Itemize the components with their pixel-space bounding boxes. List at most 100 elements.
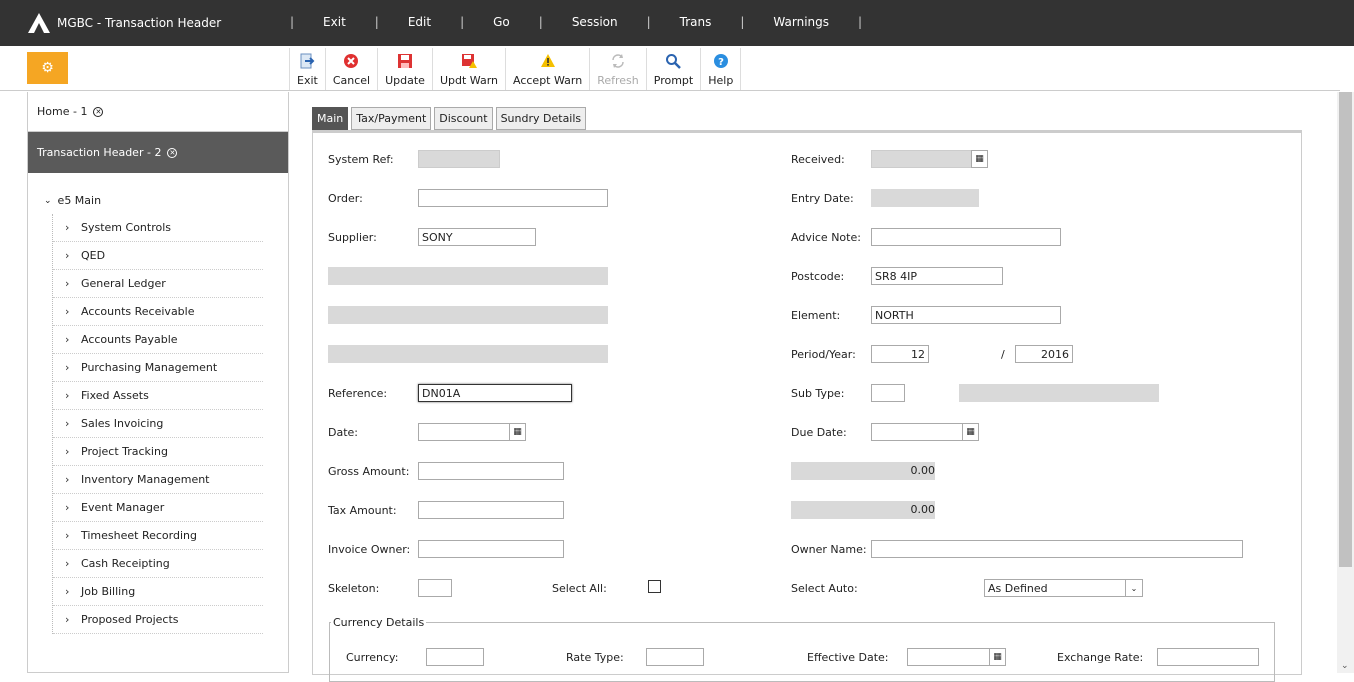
element-field[interactable]: NORTH bbox=[871, 306, 1061, 324]
due-date-field[interactable] bbox=[871, 423, 963, 441]
supplier-label: Supplier: bbox=[328, 231, 377, 244]
help-icon: ? bbox=[713, 51, 729, 71]
help-label: Help bbox=[708, 74, 734, 87]
due-date-calendar-button[interactable]: ▦ bbox=[962, 423, 979, 441]
sidebar-item[interactable]: › System Controls bbox=[53, 214, 263, 242]
sidebar-item-label: Cash Receipting bbox=[81, 557, 170, 570]
sidebar-item[interactable]: › General Ledger bbox=[53, 270, 263, 298]
rate-type-field[interactable] bbox=[646, 648, 704, 666]
currency-field[interactable] bbox=[426, 648, 484, 666]
sidebar-item[interactable]: › Accounts Receivable bbox=[53, 298, 263, 326]
close-icon[interactable]: ✕ bbox=[93, 106, 104, 117]
sidebar-item[interactable]: › Inventory Management bbox=[53, 466, 263, 494]
session-tab-transaction-header[interactable]: Transaction Header - 2 ✕ bbox=[28, 132, 288, 173]
sidebar-item[interactable]: › Event Manager bbox=[53, 494, 263, 522]
rate-type-label: Rate Type: bbox=[566, 651, 624, 664]
chevron-right-icon: › bbox=[65, 613, 70, 626]
settings-button[interactable]: ⚙ bbox=[27, 52, 68, 84]
year-field[interactable]: 2016 bbox=[1015, 345, 1073, 363]
invoice-owner-field[interactable] bbox=[418, 540, 564, 558]
help-button[interactable]: ? Help bbox=[701, 48, 742, 90]
select-auto-dropdown[interactable]: As Defined ⌄ bbox=[984, 579, 1143, 597]
supplier-field[interactable]: SONY bbox=[418, 228, 536, 246]
reference-field[interactable]: DN01A bbox=[418, 384, 572, 402]
sidebar-item[interactable]: › QED bbox=[53, 242, 263, 270]
vertical-scrollbar[interactable]: ⌄ bbox=[1337, 92, 1354, 673]
chevron-right-icon: › bbox=[65, 557, 70, 570]
prompt-button[interactable]: Prompt bbox=[647, 48, 702, 90]
cancel-icon bbox=[343, 51, 359, 71]
postcode-field[interactable]: SR8 4IP bbox=[871, 267, 1003, 285]
received-field bbox=[871, 150, 973, 168]
session-tab-home[interactable]: Home - 1 ✕ bbox=[28, 92, 288, 132]
sidebar-item-label: System Controls bbox=[81, 221, 172, 234]
sidebar-item[interactable]: › Timesheet Recording bbox=[53, 522, 263, 550]
sidebar-item[interactable]: › Project Tracking bbox=[53, 438, 263, 466]
effective-date-calendar-button[interactable]: ▦ bbox=[989, 648, 1006, 666]
gross-total-display: 0.00 bbox=[791, 462, 935, 480]
tab-tax-payment[interactable]: Tax/Payment bbox=[351, 107, 432, 130]
chevron-right-icon: › bbox=[65, 277, 70, 290]
effective-date-field[interactable] bbox=[907, 648, 991, 666]
chevron-right-icon: › bbox=[65, 221, 70, 234]
date-calendar-button[interactable]: ▦ bbox=[509, 423, 526, 441]
sidebar-item[interactable]: › Job Billing bbox=[53, 578, 263, 606]
sidebar-item[interactable]: › Fixed Assets bbox=[53, 382, 263, 410]
exchange-rate-field[interactable] bbox=[1157, 648, 1259, 666]
chevron-right-icon: › bbox=[65, 333, 70, 346]
select-auto-value: As Defined bbox=[988, 582, 1048, 595]
chevron-right-icon: › bbox=[65, 445, 70, 458]
date-field[interactable] bbox=[418, 423, 510, 441]
close-icon[interactable]: ✕ bbox=[167, 147, 178, 158]
advice-note-field[interactable] bbox=[871, 228, 1061, 246]
owner-name-field[interactable] bbox=[871, 540, 1243, 558]
menu-warnings[interactable]: Warnings bbox=[747, 15, 855, 29]
sidebar-item-label: Job Billing bbox=[81, 585, 136, 598]
tree-list: › System Controls › QED › General Ledger › Acco… bbox=[52, 214, 263, 634]
tax-amount-label: Tax Amount: bbox=[328, 504, 397, 517]
sidebar-item-label: Accounts Receivable bbox=[81, 305, 195, 318]
sidebar-item-label: Inventory Management bbox=[81, 473, 210, 486]
menu-session[interactable]: Session bbox=[546, 15, 644, 29]
entry-date-display bbox=[871, 189, 979, 207]
tax-amount-field[interactable] bbox=[418, 501, 564, 519]
tab-discount[interactable]: Discount bbox=[434, 107, 493, 130]
cancel-label: Cancel bbox=[332, 74, 371, 87]
update-button[interactable]: Update bbox=[378, 48, 433, 90]
menu-exit[interactable]: Exit bbox=[297, 15, 372, 29]
gross-amount-field[interactable] bbox=[418, 462, 564, 480]
sidebar-item[interactable]: › Proposed Projects bbox=[53, 606, 263, 634]
save-icon bbox=[397, 51, 413, 71]
sub-type-field[interactable] bbox=[871, 384, 905, 402]
update-label: Update bbox=[385, 74, 425, 87]
sidebar-item[interactable]: › Sales Invoicing bbox=[53, 410, 263, 438]
sidebar-item-label: Project Tracking bbox=[81, 445, 168, 458]
scroll-down-icon[interactable]: ⌄ bbox=[1341, 661, 1349, 671]
period-field[interactable]: 12 bbox=[871, 345, 929, 363]
menu-go[interactable]: Go bbox=[467, 15, 536, 29]
sidebar-item-label: Proposed Projects bbox=[81, 613, 179, 626]
select-all-checkbox[interactable] bbox=[648, 580, 661, 593]
menu-trans[interactable]: Trans bbox=[654, 15, 738, 29]
exit-button[interactable]: Exit bbox=[290, 48, 326, 90]
received-calendar-button[interactable]: ▦ bbox=[971, 150, 988, 168]
chevron-down-icon: ⌄ bbox=[1125, 580, 1142, 596]
tab-main[interactable]: Main bbox=[312, 107, 349, 130]
exit-icon bbox=[299, 51, 315, 71]
sidebar-item-label: Sales Invoicing bbox=[81, 417, 164, 430]
refresh-button[interactable]: Refresh bbox=[590, 48, 647, 90]
sidebar-item[interactable]: › Purchasing Management bbox=[53, 354, 263, 382]
order-field[interactable] bbox=[418, 189, 608, 207]
tab-sundry-details[interactable]: Sundry Details bbox=[495, 107, 587, 130]
scroll-thumb[interactable] bbox=[1339, 92, 1352, 567]
exit-label: Exit bbox=[297, 74, 318, 87]
sidebar-item[interactable]: › Accounts Payable bbox=[53, 326, 263, 354]
cancel-button[interactable]: Cancel bbox=[326, 48, 379, 90]
skeleton-field[interactable] bbox=[418, 579, 452, 597]
tree-root[interactable]: ⌄ e5 Main bbox=[44, 194, 101, 207]
period-year-separator: / bbox=[1001, 348, 1005, 361]
accept-warn-button[interactable]: Accept Warn bbox=[506, 48, 591, 90]
menu-edit[interactable]: Edit bbox=[382, 15, 457, 29]
sidebar-item[interactable]: › Cash Receipting bbox=[53, 550, 263, 578]
updt-warn-button[interactable]: Updt Warn bbox=[433, 48, 506, 90]
